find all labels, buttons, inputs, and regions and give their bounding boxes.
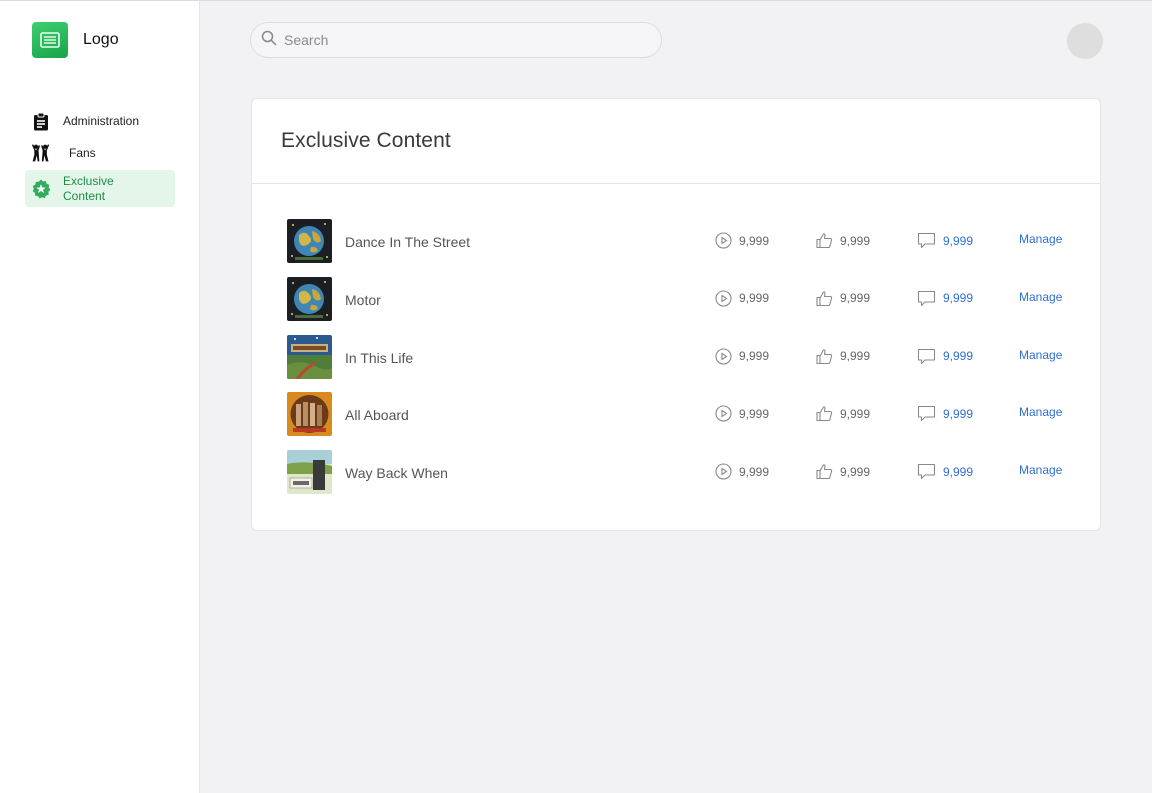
likes-count: 9,999 <box>816 232 870 249</box>
plays-count: 9,999 <box>715 405 769 422</box>
thumbs-up-icon <box>816 406 833 422</box>
plays-value: 9,999 <box>739 349 770 363</box>
comments-count[interactable]: 9,999 <box>917 463 973 480</box>
play-icon <box>715 290 732 307</box>
likes-count: 9,999 <box>816 463 870 480</box>
likes-value: 9,999 <box>840 233 871 248</box>
comments-count[interactable]: 9,999 <box>917 348 973 365</box>
play-icon <box>715 232 732 249</box>
manage-link[interactable]: Manage <box>1019 290 1062 304</box>
comments-count[interactable]: 9,999 <box>917 405 973 422</box>
comment-icon <box>917 463 936 480</box>
play-icon <box>715 347 732 365</box>
star-badge-icon <box>31 179 51 199</box>
comments-count[interactable]: 9,999 <box>917 232 973 249</box>
avatar[interactable] <box>1067 23 1103 59</box>
manage-link[interactable]: Manage <box>1019 405 1062 419</box>
sidebar-item-label: Exclusive Content <box>63 173 114 203</box>
play-icon <box>715 405 732 422</box>
logo-text: Logo <box>83 31 119 48</box>
likes-value: 9,999 <box>840 349 871 363</box>
sidebar-item-fans[interactable]: Fans <box>25 137 175 169</box>
sidebar-item-administration[interactable]: Administration <box>25 105 175 137</box>
clipboard-icon <box>31 111 51 131</box>
comments-value: 9,999 <box>943 464 974 479</box>
sidebar-item-label: Administration <box>63 114 140 128</box>
thumbs-up-icon <box>816 348 833 364</box>
list-item: All Aboard 9,999 9,999 9,999 Manage <box>252 392 1102 450</box>
plays-count: 9,999 <box>715 232 769 249</box>
search-input[interactable] <box>284 32 644 48</box>
plays-value: 9,999 <box>739 291 770 306</box>
item-title: Motor <box>345 291 381 308</box>
likes-count: 9,999 <box>816 405 870 422</box>
list-item: Way Back When 9,999 9,999 9,999 Manage <box>252 450 1102 508</box>
likes-count: 9,999 <box>816 290 870 307</box>
plays-value: 9,999 <box>739 406 770 421</box>
sidebar-item-exclusive-content[interactable]: Exclusive Content <box>25 170 175 207</box>
plays-value: 9,999 <box>739 464 770 479</box>
comments-value: 9,999 <box>943 406 974 421</box>
manage-link[interactable]: Manage <box>1019 348 1062 362</box>
item-title: All Aboard <box>345 407 409 424</box>
card-header: Exclusive Content <box>252 99 1100 184</box>
likes-count: 9,999 <box>816 348 870 365</box>
likes-value: 9,999 <box>840 291 871 306</box>
plays-count: 9,999 <box>715 463 769 480</box>
content-list: Dance In The Street 9,999 9,999 9,999 Ma… <box>252 219 1102 508</box>
list-item: Dance In The Street 9,999 9,999 9,999 Ma… <box>252 219 1102 277</box>
comments-count[interactable]: 9,999 <box>917 290 973 307</box>
search-icon <box>261 30 277 51</box>
list-item: Motor 9,999 9,999 9,999 Manage <box>252 276 1102 335</box>
sidebar: Logo Administration Fans Exclusive Conte… <box>0 1 200 793</box>
item-title: In This Life <box>345 349 414 366</box>
likes-value: 9,999 <box>840 464 871 479</box>
page-title: Exclusive Content <box>281 129 451 152</box>
manage-link[interactable]: Manage <box>1019 463 1062 477</box>
comment-icon <box>917 232 936 249</box>
sidebar-item-label: Fans <box>69 146 96 160</box>
comment-icon <box>917 406 936 422</box>
thumbs-up-icon <box>816 233 833 249</box>
album-cover-image[interactable] <box>287 219 332 263</box>
item-title: Way Back When <box>345 465 448 481</box>
comments-value: 9,999 <box>943 349 974 363</box>
search-bar[interactable] <box>250 22 662 58</box>
list-item: In This Life 9,999 9,999 9,999 Manage <box>252 334 1102 393</box>
comments-value: 9,999 <box>943 233 974 248</box>
exclusive-content-card: Exclusive Content Dance In The Street 9,… <box>251 98 1101 531</box>
comments-value: 9,999 <box>943 291 974 306</box>
logo-icon <box>32 22 68 58</box>
manage-link[interactable]: Manage <box>1019 232 1062 246</box>
album-cover-image[interactable] <box>287 392 332 437</box>
item-title: Dance In The Street <box>345 234 471 250</box>
album-cover-image[interactable] <box>287 276 332 321</box>
plays-value: 9,999 <box>739 233 770 248</box>
thumbs-up-icon <box>816 464 833 480</box>
plays-count: 9,999 <box>715 347 770 365</box>
play-icon <box>715 463 732 480</box>
people-icon <box>31 143 51 163</box>
sidebar-nav: Administration Fans Exclusive Content <box>25 105 175 207</box>
thumbs-up-icon <box>816 291 833 306</box>
album-cover-image[interactable] <box>287 334 332 379</box>
plays-count: 9,999 <box>715 290 769 307</box>
comment-icon <box>917 290 936 306</box>
comment-icon <box>917 348 936 364</box>
album-cover-image[interactable] <box>287 450 332 494</box>
likes-value: 9,999 <box>840 406 871 421</box>
brand[interactable]: Logo <box>32 22 119 58</box>
